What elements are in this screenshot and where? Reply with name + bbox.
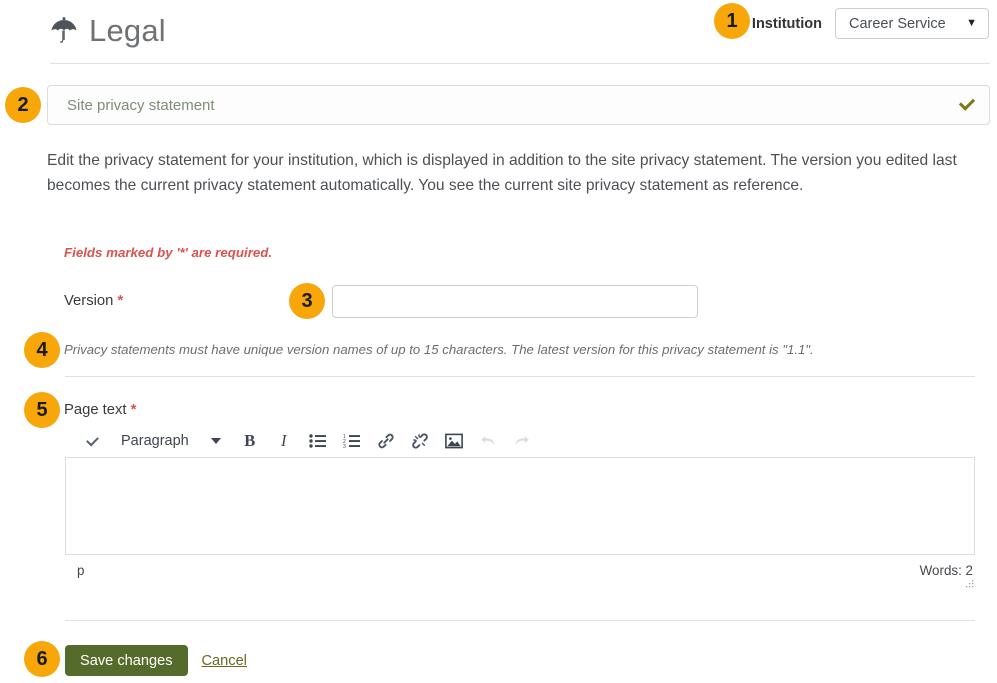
image-icon [444, 433, 463, 449]
umbrella-icon [50, 16, 78, 46]
unlink-icon [411, 432, 429, 450]
version-label-text: Version [64, 293, 114, 309]
italic-icon: I [280, 431, 287, 450]
editor-content-area[interactable] [65, 457, 975, 555]
required-asterisk: * [130, 402, 137, 418]
rich-text-editor: Paragraph B I 1 2 3 p Words: 2 [65, 425, 975, 588]
save-changes-button[interactable]: Save changes [65, 645, 188, 676]
editor-toolbar: Paragraph B I 1 2 3 [65, 425, 975, 457]
institution-selector-group: Institution Career Service ▼ [752, 8, 989, 39]
page-text-label-text: Page text [64, 402, 127, 418]
format-dropdown-label: Paragraph [121, 433, 189, 449]
svg-text:3: 3 [343, 444, 346, 448]
bold-icon: B [244, 431, 256, 450]
page-text-label: Page text * [64, 402, 136, 418]
institution-select-value: Career Service [849, 15, 946, 32]
bullet-list-icon [309, 434, 327, 448]
link-icon [377, 432, 395, 450]
resize-grip-icon[interactable] [963, 578, 975, 590]
numbered-list-icon: 1 2 3 [343, 434, 361, 448]
redo-button[interactable] [505, 426, 539, 456]
callout-badge-2: 2 [5, 87, 41, 123]
triangle-down-icon [210, 438, 221, 444]
bullet-list-button[interactable] [301, 426, 335, 456]
required-asterisk: * [117, 293, 124, 309]
version-label: Version * [64, 293, 123, 309]
form-divider-lower [65, 620, 975, 621]
italic-button[interactable]: I [267, 426, 301, 456]
editor-element-path: p [77, 562, 85, 578]
callout-badge-6: 6 [24, 641, 60, 677]
insert-image-button[interactable] [437, 426, 471, 456]
format-dropdown[interactable]: Paragraph [109, 426, 233, 456]
header-divider [50, 63, 990, 64]
page-header: Legal Institution Career Service ▼ [0, 0, 997, 64]
site-privacy-statement-accordion[interactable]: Site privacy statement [47, 85, 990, 125]
form-divider-upper [65, 376, 975, 377]
undo-button[interactable] [471, 426, 505, 456]
callout-badge-5: 5 [24, 392, 60, 428]
page-title-group: Legal [50, 14, 166, 48]
toolbar-collapse-button[interactable] [75, 426, 109, 456]
numbered-list-button[interactable]: 1 2 3 [335, 426, 369, 456]
form-actions: Save changes Cancel [65, 645, 247, 676]
insert-link-button[interactable] [369, 426, 403, 456]
redo-icon [513, 433, 531, 449]
institution-label: Institution [751, 15, 822, 32]
callout-badge-1: 1 [714, 3, 750, 39]
accordion-label: Site privacy statement [67, 96, 215, 114]
editor-status-bar: p Words: 2 [65, 555, 975, 588]
legal-privacy-statement-page: Legal Institution Career Service ▼ 1 Sit… [0, 0, 997, 683]
chevron-down-icon: ▼ [966, 17, 977, 29]
version-input[interactable] [332, 285, 698, 318]
bold-button[interactable]: B [233, 426, 267, 456]
chevron-down-icon [958, 94, 976, 111]
required-fields-note: Fields marked by '*' are required. [64, 245, 273, 260]
undo-icon [479, 433, 497, 449]
callout-badge-3: 3 [289, 283, 325, 319]
callout-badge-4: 4 [24, 332, 60, 368]
institution-select[interactable]: Career Service ▼ [835, 8, 989, 39]
version-help-text: Privacy statements must have unique vers… [64, 342, 814, 357]
page-title: Legal [89, 13, 166, 48]
chevron-down-icon [85, 433, 99, 446]
cancel-link[interactable]: Cancel [202, 653, 247, 669]
remove-link-button[interactable] [403, 426, 437, 456]
editor-word-count: Words: 2 [919, 562, 973, 578]
intro-description: Edit the privacy statement for your inst… [47, 152, 957, 194]
